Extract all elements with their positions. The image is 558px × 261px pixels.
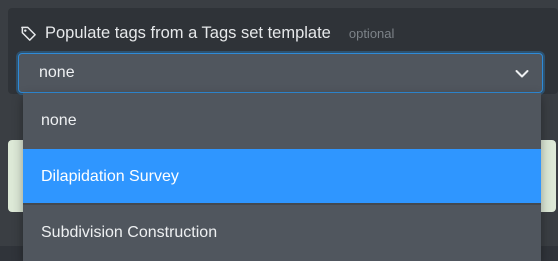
tags-template-form: Populate tags from a Tags set template o… (0, 0, 558, 261)
dropdown-option-subdivision-construction[interactable]: Subdivision Construction (23, 205, 541, 261)
field-label: Populate tags from a Tags set template o… (20, 20, 394, 46)
field-label-text: Populate tags from a Tags set template (45, 23, 331, 42)
dropdown-menu: none Dilapidation Survey Subdivision Con… (23, 93, 541, 261)
tag-icon (20, 25, 37, 42)
dropdown-option-none[interactable]: none (23, 93, 541, 149)
chevron-down-icon[interactable] (514, 66, 530, 82)
optional-hint: optional (348, 25, 395, 41)
dropdown-option-dilapidation-survey[interactable]: Dilapidation Survey (23, 149, 541, 205)
tags-template-select[interactable]: none (18, 53, 543, 93)
select-value: none (39, 64, 75, 81)
